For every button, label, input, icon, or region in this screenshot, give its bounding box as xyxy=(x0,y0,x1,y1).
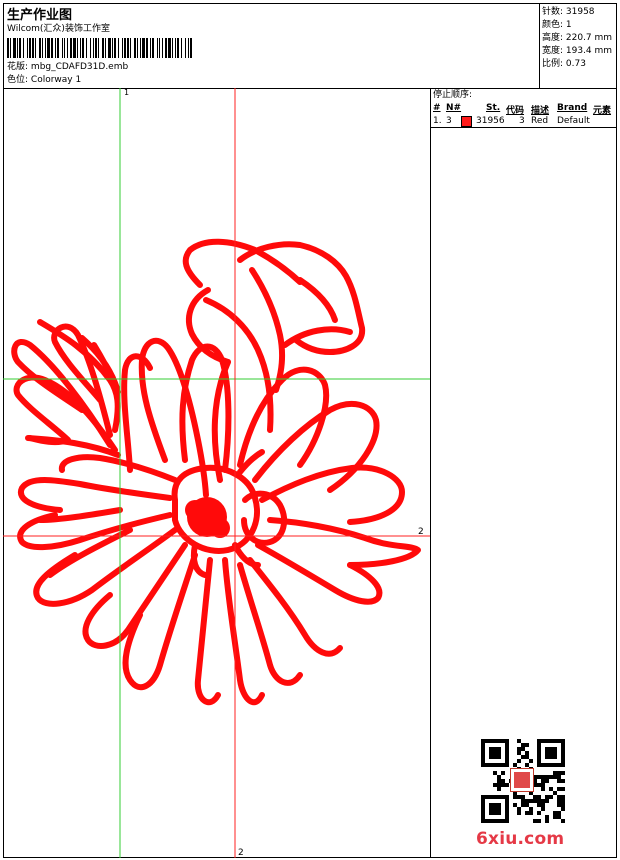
qr-module xyxy=(545,799,549,803)
qr-module xyxy=(545,815,549,819)
qr-module xyxy=(525,755,529,759)
qr-module xyxy=(553,791,557,795)
qr-module xyxy=(533,819,537,823)
qr-module xyxy=(517,811,521,815)
qr-module xyxy=(537,775,541,779)
qr-module xyxy=(549,795,553,799)
qr-module xyxy=(513,803,517,807)
qr-module xyxy=(529,807,533,811)
qr-module xyxy=(533,799,537,803)
qr-module xyxy=(541,775,545,779)
qr-module xyxy=(541,799,545,803)
qr-module xyxy=(525,743,529,747)
qr-module xyxy=(557,815,561,819)
flower-center xyxy=(185,497,230,538)
qr-module xyxy=(501,783,505,787)
qr-module xyxy=(537,811,541,815)
qr-module xyxy=(521,799,525,803)
qr-module xyxy=(517,739,521,743)
qr-module xyxy=(537,783,541,787)
qr-module xyxy=(557,803,561,807)
seal-stamp xyxy=(510,768,534,792)
qr-module xyxy=(561,799,565,803)
qr-module xyxy=(517,807,521,811)
qr-module xyxy=(545,795,549,799)
qr-module xyxy=(521,755,525,759)
qr-module xyxy=(525,799,529,803)
qr-module xyxy=(553,775,557,779)
qr-finder-core xyxy=(545,747,557,759)
qr-module xyxy=(537,819,541,823)
qr-module xyxy=(513,763,517,767)
qr-finder-core xyxy=(489,747,501,759)
qr-finder-core xyxy=(489,803,501,815)
qr-module xyxy=(529,799,533,803)
qr-module xyxy=(537,799,541,803)
qr-module xyxy=(557,779,561,783)
qr-module xyxy=(545,819,549,823)
qr-module xyxy=(557,775,561,779)
qr-module xyxy=(501,779,505,783)
qr-module xyxy=(497,787,501,791)
qr-module xyxy=(505,783,509,787)
green-guide-label: 1 xyxy=(124,88,130,97)
qr-module xyxy=(525,763,529,767)
qr-module xyxy=(497,775,501,779)
qr-module xyxy=(521,803,525,807)
qr-module xyxy=(513,795,517,799)
qr-module xyxy=(553,815,557,819)
watermark: 6xiu.com xyxy=(476,829,565,849)
qr-module xyxy=(529,759,533,763)
qr-module xyxy=(561,807,565,811)
qr-module xyxy=(561,771,565,775)
qr-module xyxy=(549,787,553,791)
qr-module xyxy=(553,811,557,815)
qr-module xyxy=(561,803,565,807)
qr-module xyxy=(561,819,565,823)
qr-module xyxy=(557,771,561,775)
qr-module xyxy=(517,759,521,763)
qr-module xyxy=(517,747,521,751)
qr-module xyxy=(537,795,541,799)
design-canvas[interactable] xyxy=(0,0,620,860)
qr-module xyxy=(541,807,545,811)
qr-module xyxy=(545,775,549,779)
qr-module xyxy=(561,795,565,799)
qr-module xyxy=(541,779,545,783)
qr-module xyxy=(501,771,505,775)
qr-module xyxy=(521,743,525,747)
red-guide-label-bottom: 2 xyxy=(238,848,244,858)
qr-module xyxy=(525,751,529,755)
qr-module xyxy=(493,783,497,787)
qr-module xyxy=(537,803,541,807)
qr-module xyxy=(493,771,497,775)
qr-module xyxy=(561,779,565,783)
qr-module xyxy=(521,795,525,799)
qr-module xyxy=(497,783,501,787)
qr-module xyxy=(557,787,561,791)
qr-module xyxy=(557,799,561,803)
red-guide-label-right: 2 xyxy=(418,527,424,537)
qr-module xyxy=(525,803,529,807)
qr-module xyxy=(533,795,537,799)
qr-module xyxy=(553,771,557,775)
qr-module xyxy=(517,751,521,755)
qr-module xyxy=(557,811,561,815)
qr-module xyxy=(525,811,529,815)
qr-module xyxy=(541,803,545,807)
qr-module xyxy=(545,779,549,783)
qr-module xyxy=(529,811,533,815)
qr-module xyxy=(549,775,553,779)
qr-module xyxy=(517,795,521,799)
flower-embroidery-design xyxy=(11,238,421,706)
qr-module xyxy=(541,787,545,791)
qr-module xyxy=(521,747,525,751)
qr-module xyxy=(541,783,545,787)
qr-module xyxy=(561,787,565,791)
qr-module xyxy=(497,779,501,783)
qr-module xyxy=(557,795,561,799)
